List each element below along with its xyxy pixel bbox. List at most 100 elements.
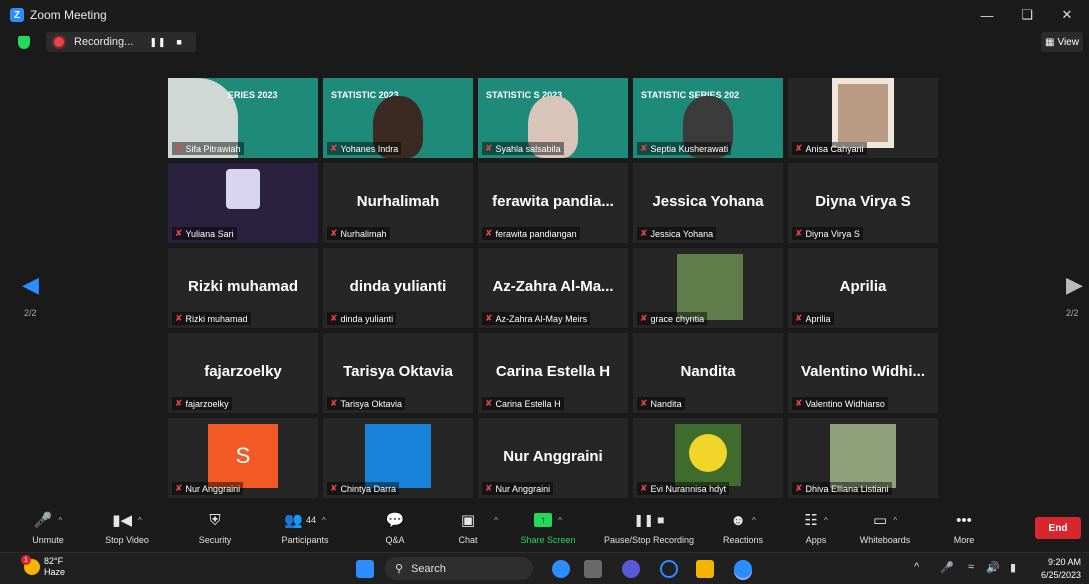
- previous-page-arrow-icon[interactable]: ◀: [22, 272, 39, 298]
- participant-tile[interactable]: STATISTIC SERIES 202 ✘ Septia Kusherawati: [633, 78, 783, 158]
- more-label: More: [953, 535, 975, 545]
- participant-tile[interactable]: ERIES 2023 ✘ Sifa Pitrawiah: [168, 78, 318, 158]
- participant-display-name: Aprilia: [839, 278, 887, 295]
- participant-tile[interactable]: Diyna Virya S ✘ Diyna Virya S: [788, 163, 938, 243]
- chevron-up-icon[interactable]: ^: [893, 516, 897, 525]
- participant-tile[interactable]: ✘ grace chyntia: [633, 248, 783, 328]
- whiteboards-button[interactable]: ▭ ^ Whiteboards: [852, 508, 918, 552]
- participant-tile[interactable]: ✘ Chintya Darra: [323, 418, 473, 498]
- participant-tile[interactable]: Valentino Widhi... ✘ Valentino Widhiarso: [788, 333, 938, 413]
- participant-tile[interactable]: S ✘ Nur Anggraini: [168, 418, 318, 498]
- muted-mic-icon: ✘: [485, 398, 493, 408]
- time: 9:20 AM: [1047, 557, 1081, 567]
- taskbar-clock[interactable]: 9:20 AM 6/25/2023: [1041, 556, 1081, 582]
- participant-tile[interactable]: Az-Zahra Al-Ma... ✘ Az-Zahra Al-May Meirs: [478, 248, 628, 328]
- participant-name: Anisa Cahyani: [805, 143, 864, 154]
- minimize-button[interactable]: —: [967, 0, 1007, 30]
- chevron-up-icon[interactable]: ^: [824, 516, 828, 525]
- participant-tile[interactable]: Nurhalimah ✘ Nurhalimah: [323, 163, 473, 243]
- participant-tile[interactable]: ✘ Yuliana Sari: [168, 163, 318, 243]
- participant-tile[interactable]: ✘ Dhiva Elliana Listiani: [788, 418, 938, 498]
- windows-start-icon[interactable]: [356, 560, 374, 578]
- participant-name: Sifa Pitrawiah: [185, 143, 241, 154]
- participant-count: 44: [305, 515, 316, 525]
- participant-tile[interactable]: STATISTIC S 2023 ✘ Syahla salsabila: [478, 78, 628, 158]
- muted-mic-icon: ✘: [640, 313, 648, 323]
- participant-tile[interactable]: fajarzoelky ✘ fajarzoelky: [168, 333, 318, 413]
- smiley-icon: ☻: [730, 511, 747, 529]
- participant-name-label: ✘ Diyna Virya S: [792, 227, 863, 240]
- participant-tile[interactable]: ferawita pandia... ✘ ferawita pandiangan: [478, 163, 628, 243]
- meeting-toolbar: 🎤 ^ Unmute ▮◀ ^ Stop Video ⛨ Security 👥 44 ^…: [0, 508, 1089, 552]
- chat-button[interactable]: ▣ Chat: [450, 508, 486, 552]
- participant-name-label: ✘ Sifa Pitrawiah: [172, 142, 244, 155]
- edge-browser-icon[interactable]: [660, 560, 678, 578]
- avatar: S: [208, 424, 278, 488]
- microphone-tray-icon[interactable]: 🎤: [940, 561, 954, 574]
- browser-icon[interactable]: [552, 560, 570, 578]
- page-indicator-right: 2/2: [1066, 308, 1079, 318]
- stop-recording-icon[interactable]: ■: [176, 37, 182, 47]
- security-shield-icon[interactable]: [18, 36, 30, 49]
- muted-mic-icon: ✘: [330, 398, 338, 408]
- participant-video: [226, 169, 260, 209]
- participant-name-label: ✘ Tarisya Oktavia: [327, 397, 406, 410]
- view-button[interactable]: ▦ View: [1041, 32, 1083, 52]
- participant-photo: [677, 254, 743, 320]
- participant-tile[interactable]: dinda yulianti ✘ dinda yulianti: [323, 248, 473, 328]
- participant-name-label: ✘ Nurhalimah: [327, 227, 390, 240]
- stop-video-button[interactable]: ▮◀ ^ Stop Video: [96, 508, 158, 552]
- chevron-up-icon[interactable]: ^: [58, 516, 62, 525]
- volume-icon[interactable]: 🔊: [986, 561, 1000, 574]
- participant-tile[interactable]: ✘ Anisa Cahyani: [788, 78, 938, 158]
- wifi-icon[interactable]: ≈: [968, 561, 974, 573]
- share-screen-button[interactable]: ↑ ^ Share Screen: [512, 508, 584, 552]
- participant-name: Nandita: [650, 398, 682, 409]
- close-button[interactable]: ✕: [1047, 0, 1087, 30]
- weather-widget[interactable]: 1 82°F Haze: [21, 555, 65, 578]
- participant-tile[interactable]: Aprilia ✘ Aprilia: [788, 248, 938, 328]
- chat-app-icon[interactable]: [622, 560, 640, 578]
- participant-tile[interactable]: Rizki muhamad ✘ Rizki muhamad: [168, 248, 318, 328]
- restore-button[interactable]: ❏: [1007, 0, 1047, 30]
- participant-name: Yohanes Indra: [340, 143, 399, 154]
- participant-tile[interactable]: Tarisya Oktavia ✘ Tarisya Oktavia: [323, 333, 473, 413]
- chevron-up-icon[interactable]: ^: [558, 516, 562, 525]
- chat-options-button[interactable]: ^: [489, 508, 503, 552]
- task-view-icon[interactable]: [584, 560, 602, 578]
- apps-button[interactable]: ☷ ^ Apps: [796, 508, 836, 552]
- participant-tile[interactable]: Nandita ✘ Nandita: [633, 333, 783, 413]
- pause-recording-icon[interactable]: ❚❚: [149, 37, 166, 48]
- qa-icon: 💬: [385, 512, 405, 529]
- participant-name-label: ✘ Nur Anggraini: [482, 482, 554, 495]
- taskbar-search[interactable]: ⚲ Search: [385, 557, 533, 580]
- participant-name: Valentino Widhiarso: [805, 398, 885, 409]
- end-meeting-button[interactable]: End: [1035, 517, 1081, 539]
- show-hidden-icons-chevron-icon[interactable]: ^: [914, 561, 919, 573]
- participant-name: fajarzoelky: [185, 398, 229, 409]
- participant-name: Tarisya Oktavia: [340, 398, 403, 409]
- participant-tile[interactable]: Carina Estella H ✘ Carina Estella H: [478, 333, 628, 413]
- participant-display-name: dinda yulianti: [349, 278, 447, 295]
- participant-tile[interactable]: Nur Anggraini ✘ Nur Anggraini: [478, 418, 628, 498]
- chevron-up-icon[interactable]: ^: [322, 516, 326, 525]
- chevron-up-icon[interactable]: ^: [752, 516, 756, 525]
- participants-button[interactable]: 👥 44 ^ Participants: [272, 508, 338, 552]
- pause-stop-recording-button[interactable]: ❚❚ ■ Pause/Stop Recording: [595, 508, 703, 552]
- participant-tile[interactable]: ✘ Evi Nurannisa hdyt: [633, 418, 783, 498]
- participant-tile[interactable]: Jessica Yohana ✘ Jessica Yohana: [633, 163, 783, 243]
- participant-name: Evi Nurannisa hdyt: [650, 483, 727, 494]
- battery-icon[interactable]: ▮: [1010, 561, 1016, 574]
- zoom-app-icon[interactable]: [734, 560, 752, 578]
- reactions-button[interactable]: ☻ ^ Reactions: [716, 508, 770, 552]
- chevron-up-icon[interactable]: ^: [138, 516, 142, 525]
- muted-mic-icon: ✘: [640, 143, 648, 153]
- qa-button[interactable]: 💬 Q&A: [374, 508, 416, 552]
- participant-tile[interactable]: STATISTIC 2023 ✘ Yohanes Indra: [323, 78, 473, 158]
- unmute-button[interactable]: 🎤 ^ Unmute: [24, 508, 72, 552]
- more-button[interactable]: ••• More: [946, 508, 982, 552]
- security-button[interactable]: ⛨ Security: [190, 508, 240, 552]
- file-explorer-icon[interactable]: [696, 560, 714, 578]
- next-page-arrow-icon[interactable]: ▶: [1066, 272, 1083, 298]
- video-camera-icon: ▮◀: [112, 512, 133, 529]
